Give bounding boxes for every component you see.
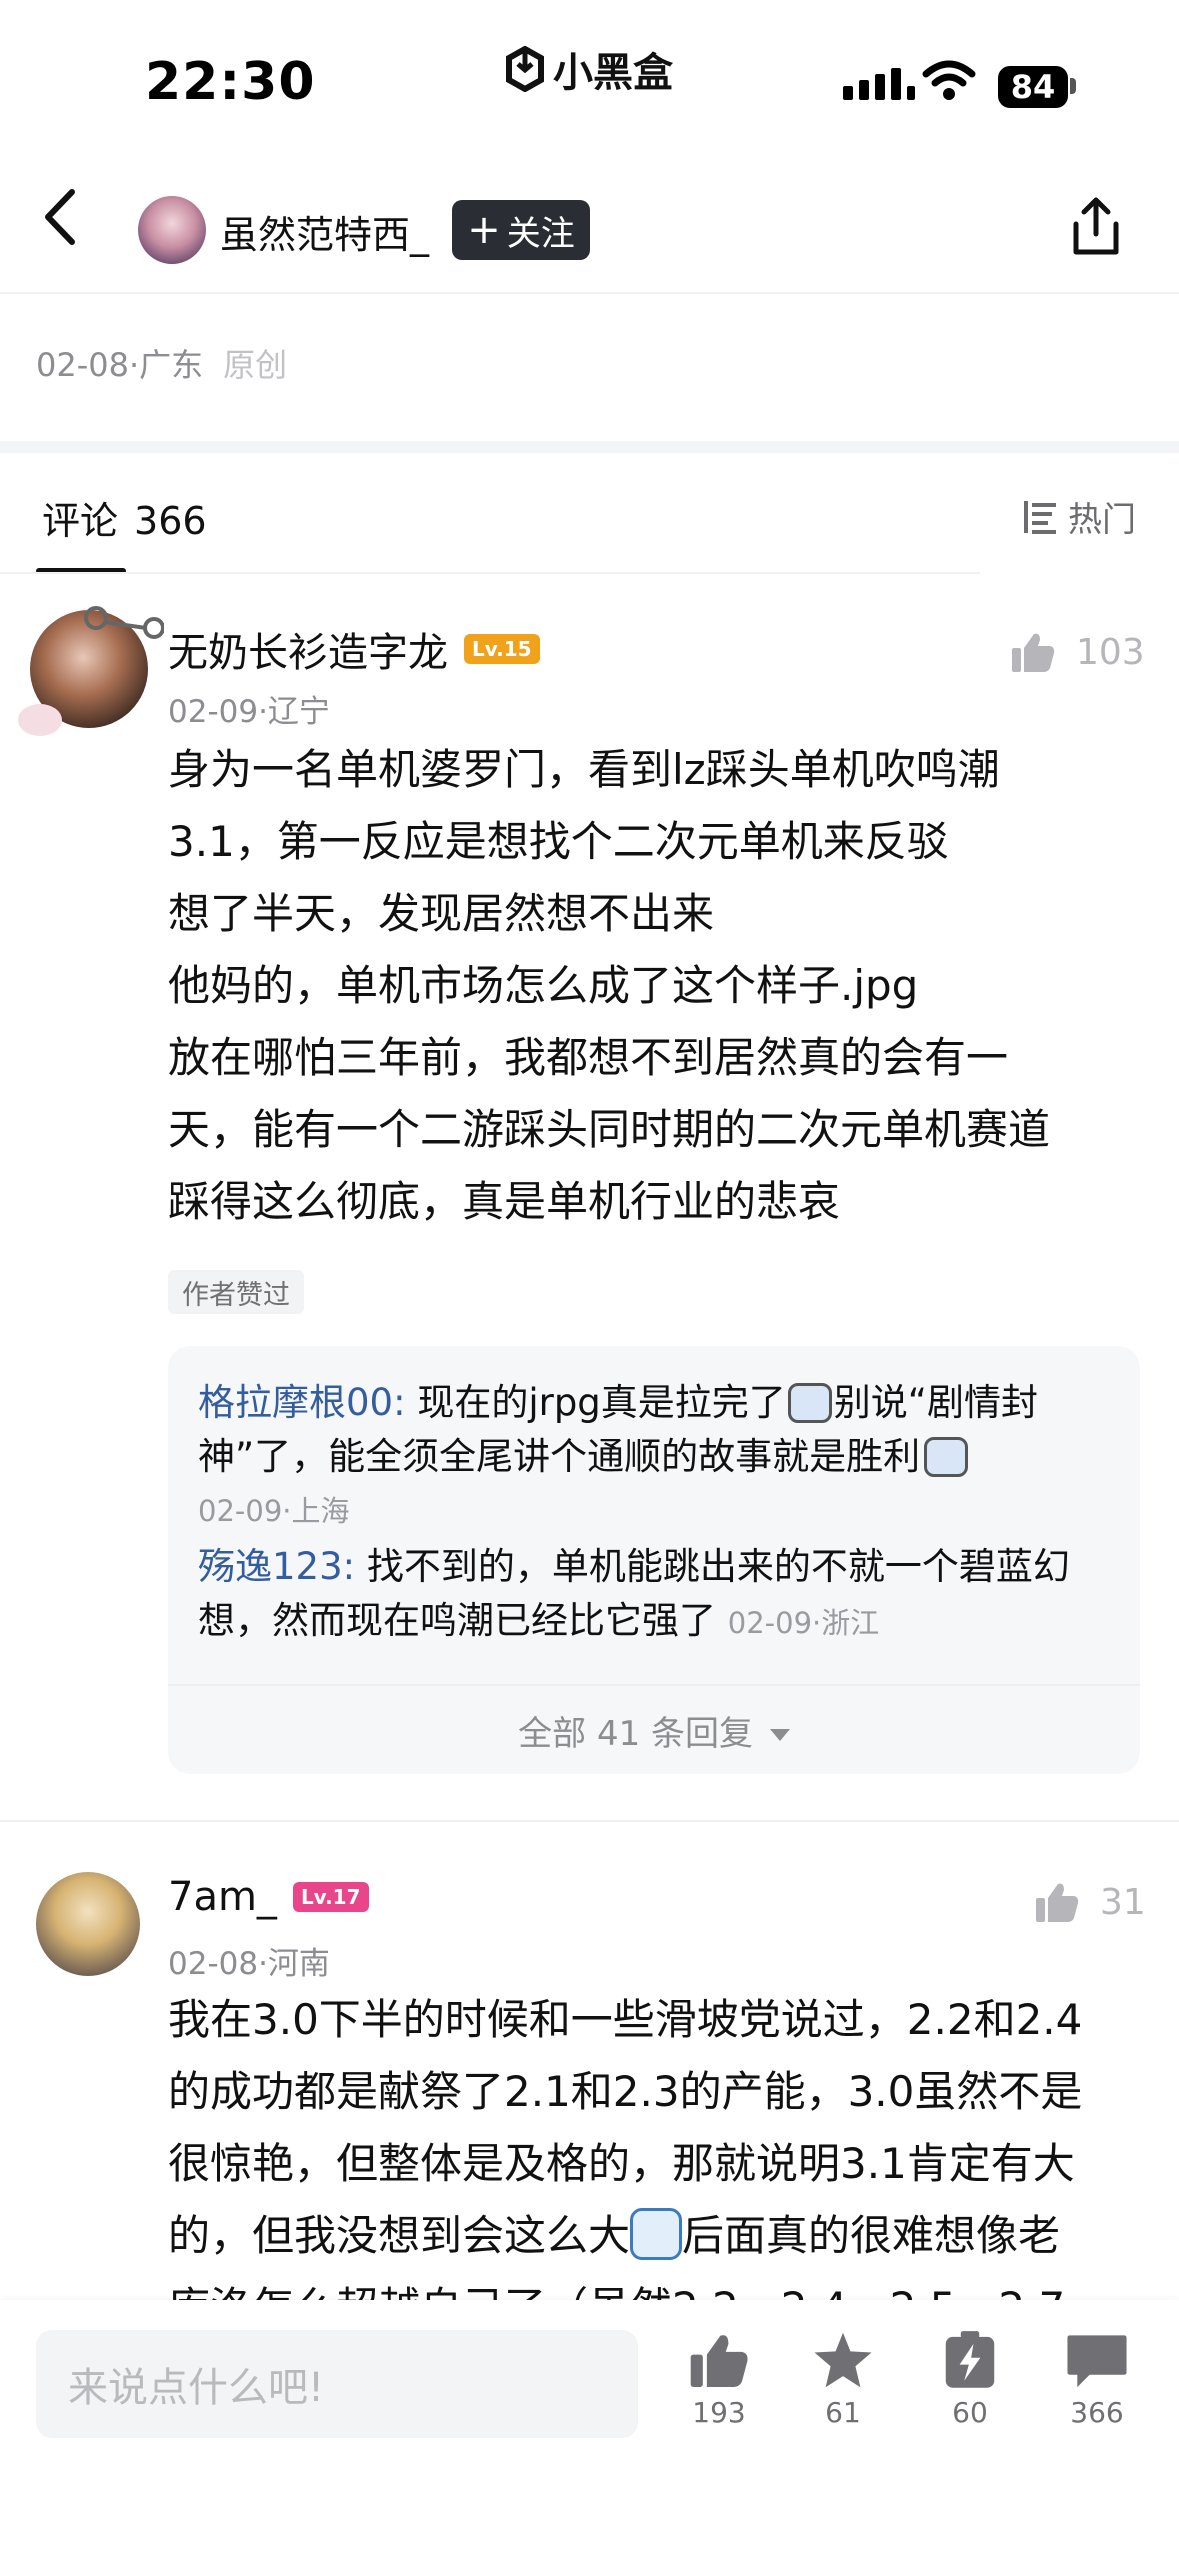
section-separator [0,441,1179,453]
comment-input-placeholder: 来说点什么吧! [68,2365,325,2411]
view-all-replies-button[interactable]: 全部 41 条回复 [168,1706,1140,1755]
charge-count: 60 [952,2396,988,2429]
share-icon[interactable] [1066,196,1126,258]
charge-icon [945,2331,995,2388]
comment-body: 身为一名单机婆罗门，看到lz踩头单机吹鸣潮 3.1，第一反应是想找个二次元单机来… [168,745,1051,1226]
reply-item[interactable]: 格拉摩根00: 现在的jrpg真是拉完了 别说“剧情封 神”了，能全须全尾讲个通顺… [198,1376,1118,1484]
comment-username[interactable]: 无奶长衫造字龙 [168,620,448,678]
sticker-icon [630,2208,683,2260]
comment-line: 的成功都是献祭了2.1和2.3的产能，3.0虽然不是 [168,2067,1083,2116]
author-liked-badge: 作者赞过 [168,1270,304,1314]
thumb-up-icon [690,2335,748,2387]
app-brand: 小黑盒 [505,40,673,98]
comment-username[interactable]: 7am_ [168,1874,277,1920]
replies-divider [168,1684,1140,1686]
comment-divider [0,1820,1179,1822]
level-badge: Lv.15 [464,634,540,664]
thumb-up-icon [1036,1883,1079,1922]
reply-text-line2: 想，然而现在鸣潮已经比它强了 [198,1599,716,1642]
reply-text: 找不到的，单机能跳出来的不就一个碧蓝幻 [366,1545,1070,1588]
favorite-button[interactable]: 61 [788,2330,898,2429]
favorite-count: 61 [825,2396,861,2429]
reply-meta: 02-09·上海 [198,1494,350,1528]
comment-count: 366 [1070,2396,1124,2429]
comment-line: 库洛怎么超越自己了（虽然2.2、2.4、2.5、2.7 [168,2272,1158,2300]
like-post-button[interactable]: 193 [664,2330,774,2429]
comments-tab-label: 评论 [42,499,119,543]
battery-icon: 84 [998,66,1068,108]
like-count: 193 [692,2396,746,2429]
comments-header-divider [0,572,980,574]
post-date-location: 02-08·广东 [36,346,204,384]
author-avatar[interactable] [138,196,206,264]
comment-line: 的，但我没想到会这么大 [168,2211,631,2260]
follow-button-label: 关注 [506,213,575,254]
post-meta: 02-08·广东 原创 [36,340,287,386]
comment-line: 后面真的很难想像老 [682,2211,1061,2260]
sort-button[interactable]: 热门 [1020,492,1136,541]
reply-username[interactable]: 格拉摩根00 [198,1381,393,1424]
avatar-frame-icon [18,606,164,736]
sort-icon [1024,500,1056,534]
status-time: 22:30 [145,52,316,112]
comment-avatar[interactable] [36,1872,140,1976]
back-arrow-icon[interactable] [40,188,80,246]
comment-like-count: 31 [1100,1881,1146,1923]
comment-meta: 02-08·河南 [168,1946,330,1982]
comment-button[interactable]: 366 [1042,2330,1152,2429]
view-all-replies-label: 全部 41 条回复 [518,1714,754,1754]
sticker-icon [924,1437,969,1477]
comment-line: 我在3.0下半的时候和一些滑坡党说过，2.2和2.4 [168,1995,1083,2044]
reply-username[interactable]: 殇逸123 [198,1545,343,1588]
comment-like-button[interactable]: 31 [1034,1880,1146,1924]
level-badge: Lv.17 [292,1882,369,1912]
comment-like-button[interactable]: 103 [1010,630,1145,674]
header-divider [0,292,1179,294]
signal-icon [843,68,915,100]
sticker-icon [787,1383,832,1423]
author-name[interactable]: 虽然范特西_ [220,204,429,259]
comment-like-count: 103 [1076,631,1145,673]
reply-item[interactable]: 殇逸123: 找不到的，单机能跳出来的不就一个碧蓝幻 想，然而现在鸣潮已经比它强… [198,1540,1118,1650]
comments-count: 366 [134,499,207,543]
reply-text-cont: 别说“剧情封 [833,1381,1038,1424]
comment-icon [1067,2335,1127,2388]
xiaoheihe-logo-icon [506,46,544,92]
comments-tab[interactable]: 评论 366 [42,490,207,545]
original-tag: 原创 [223,346,288,384]
reply-meta: 02-09·浙江 [727,1606,880,1640]
star-icon [814,2332,872,2388]
wifi-icon [922,60,976,100]
sort-label: 热门 [1068,500,1136,540]
comment-user-row: 7am_ Lv.17 [168,1874,369,1920]
thumb-up-icon [1012,633,1055,672]
charge-button[interactable]: 60 [915,2330,1025,2429]
reply-text: 现在的jrpg真是拉完了 [417,1381,786,1424]
follow-button[interactable]: + 关注 [452,200,590,260]
reply-text-line2: 神”了，能全须全尾讲个通顺的故事就是胜利 [198,1435,921,1478]
caret-down-icon [769,1729,790,1741]
comment-line: 很惊艳，但整体是及格的，那就说明3.1肯定有大 [168,2139,1075,2188]
comment-user-row: 无奶长衫造字龙 Lv.15 [168,620,540,678]
app-brand-label: 小黑盒 [553,50,673,96]
comment-meta: 02-09·辽宁 [168,694,330,730]
comment-body: 我在3.0下半的时候和一些滑坡党说过，2.2和2.4 的成功都是献祭了2.1和2… [168,1984,1158,2300]
comment-input[interactable]: 来说点什么吧! [36,2330,638,2438]
plus-icon: + [467,207,501,253]
battery-cap [1070,78,1076,94]
